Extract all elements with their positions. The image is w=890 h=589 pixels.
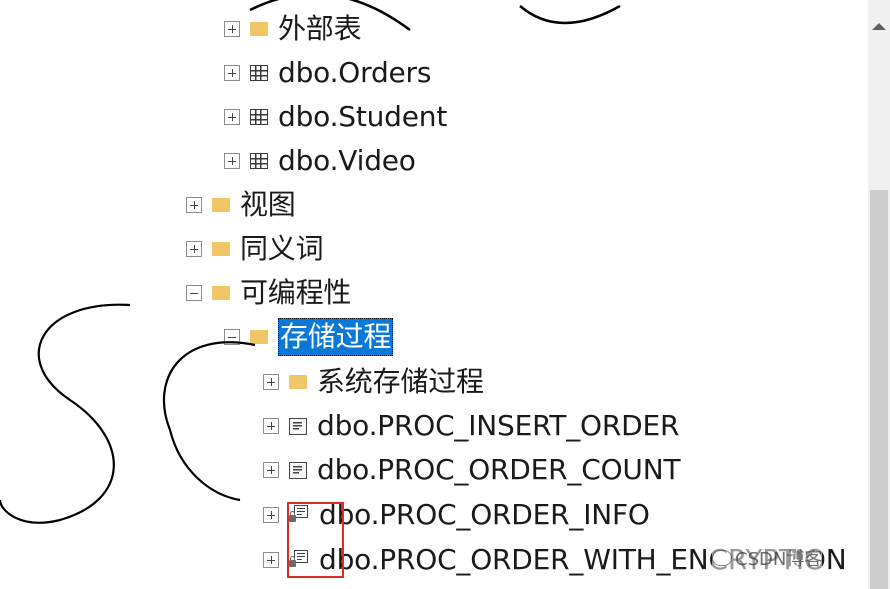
tree-node-label: dbo.PROC_ORDER_INFO	[319, 498, 650, 531]
tree-node-label: 外部表	[278, 12, 362, 45]
tree-node-label: dbo.Orders	[278, 56, 432, 89]
tree-node-synonyms[interactable]: 同义词	[186, 229, 324, 269]
collapse-icon[interactable]	[224, 329, 240, 345]
tree-node-programmability[interactable]: 可编程性	[186, 273, 351, 313]
expand-icon[interactable]	[186, 197, 202, 213]
tree-node-table-student[interactable]: dbo.Student	[224, 97, 447, 137]
table-icon	[250, 65, 268, 81]
tree-node-label-selected: 存储过程	[278, 318, 394, 356]
tree-node-label: 同义词	[240, 232, 324, 265]
tree-node-label: dbo.Student	[278, 100, 448, 133]
expand-icon[interactable]	[263, 552, 279, 568]
stored-procedure-icon	[289, 461, 307, 479]
tree-node-label: dbo.PROC_ORDER_COUNT	[317, 453, 681, 486]
wechat-watermark: CSDN博客	[712, 545, 823, 571]
table-icon	[250, 109, 268, 125]
tree-node-label: 系统存储过程	[317, 365, 484, 398]
encrypted-procedure-icon	[289, 550, 309, 570]
expand-icon[interactable]	[263, 418, 279, 434]
tree-node-proc-order-count[interactable]: dbo.PROC_ORDER_COUNT	[263, 450, 681, 490]
folder-icon	[250, 330, 268, 344]
tree-node-external-tables[interactable]: 外部表	[224, 9, 362, 49]
expand-icon[interactable]	[224, 109, 240, 125]
folder-icon	[212, 286, 230, 300]
tree-node-label: dbo.Video	[278, 144, 416, 177]
tree-node-system-stored-procedures[interactable]: 系统存储过程	[263, 362, 484, 402]
watermark-text: CSDN博客	[735, 549, 823, 570]
expand-icon[interactable]	[224, 21, 240, 37]
scrollbar-thumb[interactable]	[870, 190, 888, 589]
stored-procedure-icon	[289, 417, 307, 435]
vertical-scrollbar[interactable]	[868, 0, 890, 589]
tree-node-table-orders[interactable]: dbo.Orders	[224, 53, 431, 93]
wechat-icon	[712, 550, 732, 566]
tree-node-label: 视图	[240, 188, 296, 221]
scroll-up-icon[interactable]	[868, 18, 890, 38]
expand-icon[interactable]	[186, 241, 202, 257]
expand-icon[interactable]	[263, 462, 279, 478]
tree-node-proc-order-info[interactable]: dbo.PROC_ORDER_INFO	[263, 495, 650, 535]
encrypted-procedure-icon	[289, 505, 309, 525]
folder-icon	[212, 198, 230, 212]
expand-icon[interactable]	[263, 374, 279, 390]
collapse-icon[interactable]	[186, 285, 202, 301]
tree-node-label: 可编程性	[240, 276, 352, 309]
tree-node-proc-insert-order[interactable]: dbo.PROC_INSERT_ORDER	[263, 406, 679, 446]
folder-icon	[212, 242, 230, 256]
expand-icon[interactable]	[224, 65, 240, 81]
object-explorer-tree: 外部表 dbo.Orders dbo.Student dbo.Video 视图 …	[0, 0, 868, 589]
folder-icon	[289, 375, 307, 389]
folder-icon	[250, 22, 268, 36]
expand-icon[interactable]	[224, 153, 240, 169]
expand-icon[interactable]	[263, 507, 279, 523]
tree-node-stored-procedures[interactable]: 存储过程	[224, 317, 394, 357]
tree-node-table-video[interactable]: dbo.Video	[224, 141, 416, 181]
table-icon	[250, 153, 268, 169]
tree-node-views[interactable]: 视图	[186, 185, 296, 225]
tree-node-label: dbo.PROC_INSERT_ORDER	[317, 409, 680, 442]
